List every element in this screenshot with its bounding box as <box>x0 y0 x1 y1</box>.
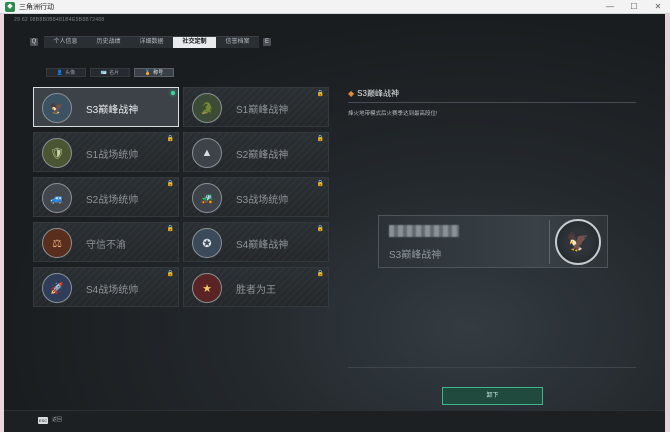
badge-name: 守信不渝 <box>86 240 126 251</box>
title-preview-card: S3巅峰战神 🦅 <box>378 215 608 268</box>
crocodile-medal-icon: 🐊 <box>192 93 222 123</box>
lock-icon: 🔒 <box>316 91 324 97</box>
scales-medal-icon: ⚖ <box>42 228 72 258</box>
user-id: 29 62 08B8B0B8481B4E5B8B72488 <box>14 17 105 23</box>
badge-name: S4战场统帅 <box>86 285 139 296</box>
detail-description: 烽火地带模式后火赛季达到最高段位! <box>348 111 438 117</box>
badge-name: S3战场统帅 <box>236 195 289 206</box>
window-controls: — ☐ ✕ <box>598 0 670 14</box>
tab-reputation[interactable]: 信誉档案 <box>216 37 259 48</box>
badge-card[interactable]: 🚀 S4战场统帅 🔒 <box>33 267 179 307</box>
tab-details[interactable]: 详细数据 <box>130 37 173 48</box>
badge-name: 胜者为王 <box>236 285 276 296</box>
badge-card[interactable]: ▲ S2巅峰战神 🔒 <box>183 132 329 172</box>
footer-bar: ESC 返回 <box>0 410 670 432</box>
badge-card[interactable]: ✪ S4巅峰战神 🔒 <box>183 222 329 262</box>
badge-name: S2巅峰战神 <box>236 150 289 161</box>
prev-tab-key[interactable]: Q <box>30 38 38 46</box>
person-icon: 👤 <box>56 70 64 76</box>
badge-card[interactable]: ⚖ 守信不渝 🔒 <box>33 222 179 262</box>
badge-name: S4巅峰战神 <box>236 240 289 251</box>
badge-card[interactable]: 🦅 S3巅峰战神 <box>33 87 179 127</box>
lock-icon: 🔒 <box>166 226 174 232</box>
eagle-globe-medal-icon: 🦅 <box>42 93 72 123</box>
tab-social[interactable]: 社交定制 <box>173 37 216 48</box>
badge-card[interactable]: ★ 胜者为王 🔒 <box>183 267 329 307</box>
detail-title: S3巅峰战神 <box>357 89 399 98</box>
subtab-title[interactable]: 🏅 称号 <box>134 68 174 77</box>
subtab-title-label: 称号 <box>153 70 164 76</box>
badge-name: S2战场统帅 <box>86 195 139 206</box>
star-medal-icon: ★ <box>192 273 222 303</box>
lock-icon: 🔒 <box>166 181 174 187</box>
blurred-player-name <box>389 225 459 237</box>
close-button[interactable]: ✕ <box>646 0 670 14</box>
back-label[interactable]: 返回 <box>52 417 62 424</box>
main-tabs-bar: Q 个人信息 历史战绩 详细数据 社交定制 信誉档案 E <box>30 36 290 48</box>
divider <box>348 367 636 368</box>
triangle-emblem-icon: ▲ <box>192 138 222 168</box>
app-logo-icon: ◆ <box>5 1 15 12</box>
next-tab-key[interactable]: E <box>263 38 271 46</box>
lock-icon: 🔒 <box>316 136 324 142</box>
unequip-button[interactable]: 卸下 <box>442 387 543 405</box>
main-tabs: 个人信息 历史战绩 详细数据 社交定制 信誉档案 <box>44 36 259 48</box>
armored-vehicle-medal-icon: 🚙 <box>42 183 72 213</box>
tab-history[interactable]: 历史战绩 <box>87 37 130 48</box>
card-icon: 🪪 <box>100 70 108 76</box>
badge-name: S1战场统帅 <box>86 150 139 161</box>
tab-profile[interactable]: 个人信息 <box>44 37 87 48</box>
esc-key-hint[interactable]: ESC <box>38 417 48 424</box>
tank-medal-icon: 🛡 <box>42 138 72 168</box>
diamond-icon: ◆ <box>348 89 355 98</box>
selected-indicator-icon <box>171 91 175 95</box>
badge-card[interactable]: 🛡 S1战场统帅 🔒 <box>33 132 179 172</box>
maximize-button[interactable]: ☐ <box>622 0 646 14</box>
elite-squad-medal-icon: ✪ <box>192 228 222 258</box>
lock-icon: 🔒 <box>166 136 174 142</box>
detail-header: ◆ S3巅峰战神 <box>348 88 399 99</box>
badge-icon: 🏅 <box>144 70 152 76</box>
lock-icon: 🔒 <box>166 271 174 277</box>
subtab-card-label: 名片 <box>109 70 120 76</box>
eagle-globe-medal-icon: 🦅 <box>555 219 601 265</box>
subtab-card[interactable]: 🪪 名片 <box>90 68 130 77</box>
window-titlebar: ◆ 三角洲行动 — ☐ ✕ <box>0 0 670 14</box>
badge-card[interactable]: 🚙 S2战场统帅 🔒 <box>33 177 179 217</box>
preview-title-name: S3巅峰战神 <box>389 250 442 261</box>
tank-silver-medal-icon: 🚜 <box>192 183 222 213</box>
badge-name: S1巅峰战神 <box>236 105 289 116</box>
missile-medal-icon: 🚀 <box>42 273 72 303</box>
divider <box>348 102 636 103</box>
lock-icon: 🔒 <box>316 226 324 232</box>
subtab-avatar-label: 头像 <box>65 70 76 76</box>
lock-icon: 🔒 <box>316 181 324 187</box>
background-strip <box>665 14 670 432</box>
app-content: 29 62 08B8B0B8481B4E5B8B72488 Q 个人信息 历史战… <box>0 14 670 432</box>
window-title: 三角洲行动 <box>19 3 54 11</box>
subtab-avatar[interactable]: 👤 头像 <box>46 68 86 77</box>
sub-tabs: 👤 头像 🪪 名片 🏅 称号 <box>46 68 174 77</box>
minimize-button[interactable]: — <box>598 0 622 14</box>
badge-name: S3巅峰战神 <box>86 105 139 116</box>
lock-icon: 🔒 <box>316 271 324 277</box>
badge-card[interactable]: 🐊 S1巅峰战神 🔒 <box>183 87 329 127</box>
background-strip <box>0 14 4 432</box>
badge-card[interactable]: 🚜 S3战场统帅 🔒 <box>183 177 329 217</box>
